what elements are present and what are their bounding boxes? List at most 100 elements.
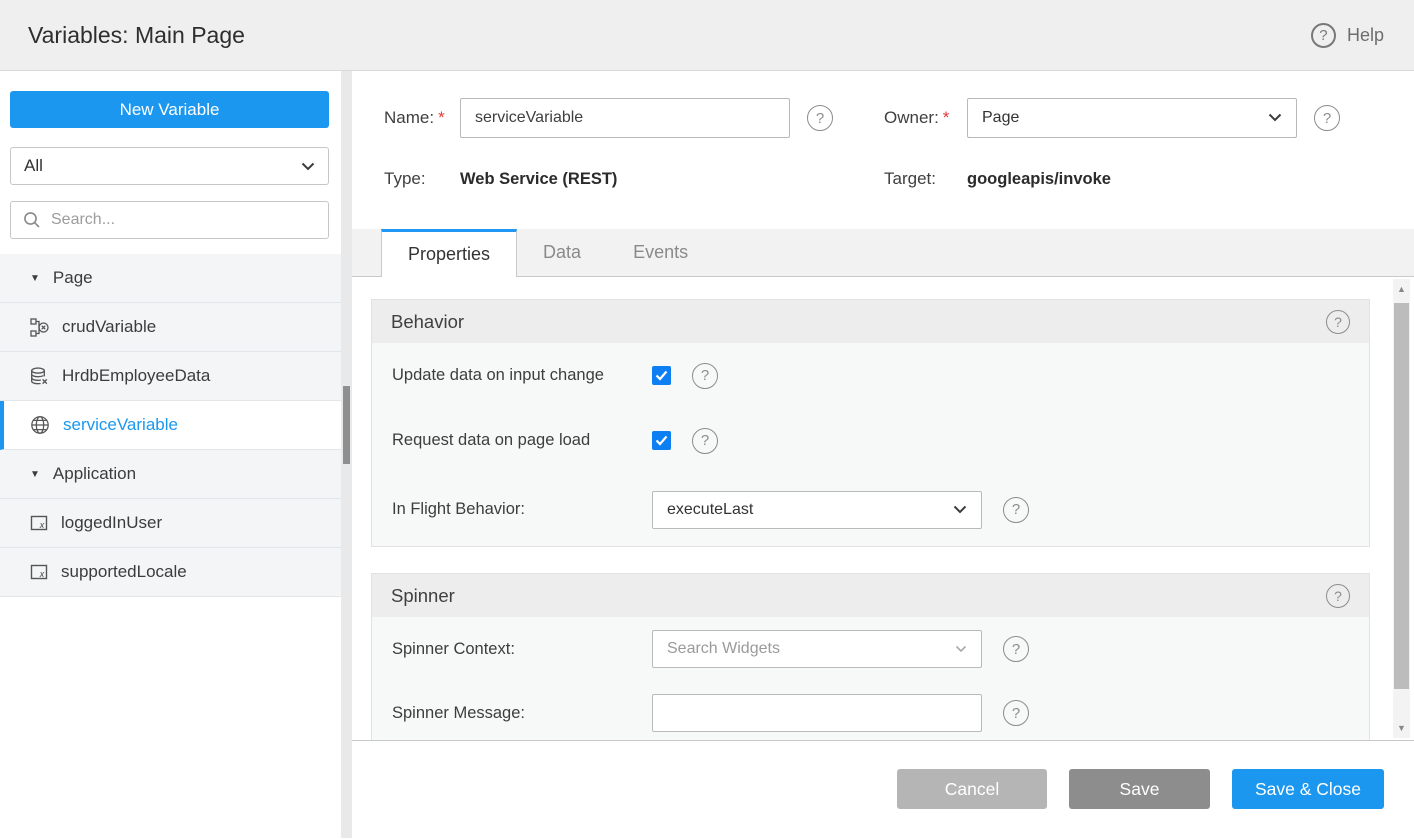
svg-text:x: x (39, 520, 45, 530)
owner-field-row: Owner:* Page (884, 98, 1340, 138)
spinner-section-body: Spinner Context: Search Widgets (372, 617, 1369, 741)
content-scrollbar-thumb[interactable] (1394, 303, 1409, 689)
owner-selected-value: Page (982, 109, 1019, 127)
type-label: Type: (384, 169, 460, 189)
save-and-close-button[interactable]: Save & Close (1232, 769, 1384, 809)
group-header-application[interactable]: ▼ Application (0, 450, 352, 499)
behavior-section-body: Update data on input change Request data… (372, 343, 1369, 546)
update-data-row: Update data on input change (372, 343, 1369, 408)
owner-select[interactable]: Page (967, 98, 1297, 138)
sidebar-scrollbar-track[interactable] (341, 71, 352, 838)
variable-label: HrdbEmployeeData (62, 366, 210, 386)
tab-properties[interactable]: Properties (381, 229, 517, 277)
variable-label: serviceVariable (63, 415, 178, 435)
help-question-icon (1311, 23, 1336, 48)
properties-scroll-area: Behavior Update data on input change (352, 277, 1414, 741)
help-button[interactable]: Help (1311, 23, 1384, 48)
spinner-section: Spinner Spinner Context: Search Widgets (371, 573, 1370, 741)
dialog-header: Variables: Main Page Help (0, 0, 1414, 71)
variable-item-crudVariable[interactable]: crudVariable (0, 303, 352, 352)
request-data-row: Request data on page load (372, 408, 1369, 473)
variables-sidebar: New Variable All ▼ Page (0, 71, 352, 838)
in-flight-help-icon[interactable] (1003, 497, 1029, 523)
update-data-label: Update data on input change (392, 366, 652, 385)
spinner-context-row: Spinner Context: Search Widgets (372, 617, 1369, 681)
database-icon (30, 367, 49, 386)
target-field-row: Target: googleapis/invoke (884, 169, 1111, 189)
target-label: Target: (884, 169, 967, 189)
behavior-help-icon[interactable] (1326, 310, 1350, 334)
behavior-section-header: Behavior (372, 300, 1369, 343)
search-icon (23, 211, 41, 229)
spinner-message-input[interactable] (652, 694, 982, 732)
spinner-section-header: Spinner (372, 574, 1369, 617)
behavior-section: Behavior Update data on input change (371, 299, 1370, 547)
spinner-context-label: Spinner Context: (392, 640, 652, 659)
request-data-help-icon[interactable] (692, 428, 718, 454)
chevron-down-icon (1268, 109, 1282, 127)
variable-label: supportedLocale (61, 562, 187, 582)
update-data-help-icon[interactable] (692, 363, 718, 389)
variable-label: loggedInUser (61, 513, 162, 533)
variable-item-supportedLocale[interactable]: x supportedLocale (0, 548, 352, 597)
chevron-down-icon (955, 640, 967, 658)
in-flight-row: In Flight Behavior: executeLast (372, 473, 1369, 546)
search-input[interactable] (51, 211, 316, 229)
variable-filter-select[interactable]: All (10, 147, 329, 185)
save-button[interactable]: Save (1069, 769, 1210, 809)
spinner-context-combobox[interactable]: Search Widgets (652, 630, 982, 668)
spinner-message-row: Spinner Message: (372, 681, 1369, 741)
tab-events[interactable]: Events (607, 229, 714, 276)
collapse-triangle-icon: ▼ (30, 273, 40, 284)
owner-label: Owner:* (884, 108, 967, 128)
globe-icon (30, 415, 50, 435)
page-title: Variables: Main Page (28, 22, 245, 49)
name-input[interactable] (460, 98, 790, 138)
svg-text:x: x (39, 569, 45, 579)
chevron-down-icon (953, 501, 967, 519)
variable-item-serviceVariable[interactable]: serviceVariable (0, 401, 352, 450)
spinner-context-help-icon[interactable] (1003, 636, 1029, 662)
content-scrollbar-track[interactable]: ▲ ▼ (1393, 279, 1410, 738)
crud-icon (30, 318, 49, 337)
model-variable-icon: x (30, 514, 48, 532)
new-variable-button[interactable]: New Variable (10, 91, 329, 128)
behavior-section-title: Behavior (391, 311, 464, 333)
owner-help-icon[interactable] (1314, 105, 1340, 131)
scroll-down-arrow-icon[interactable]: ▼ (1393, 723, 1410, 733)
spinner-section-title: Spinner (391, 585, 455, 607)
group-header-page[interactable]: ▼ Page (0, 254, 352, 303)
group-label: Page (53, 268, 93, 288)
detail-tabbar: Properties Data Events (352, 229, 1414, 277)
request-data-checkbox[interactable] (652, 431, 671, 450)
target-value: googleapis/invoke (967, 170, 1111, 189)
type-value: Web Service (REST) (460, 170, 617, 189)
in-flight-label: In Flight Behavior: (392, 500, 652, 519)
filter-selected-value: All (24, 156, 43, 176)
spinner-help-icon[interactable] (1326, 584, 1350, 608)
group-label: Application (53, 464, 136, 484)
scroll-up-arrow-icon[interactable]: ▲ (1393, 284, 1410, 294)
cancel-button[interactable]: Cancel (897, 769, 1047, 809)
variable-item-loggedInUser[interactable]: x loggedInUser (0, 499, 352, 548)
name-label: Name:* (384, 108, 460, 128)
tab-data[interactable]: Data (517, 229, 607, 276)
help-label: Help (1347, 25, 1384, 46)
variable-search-box (10, 201, 329, 239)
update-data-checkbox[interactable] (652, 366, 671, 385)
required-asterisk: * (943, 108, 950, 127)
in-flight-select[interactable]: executeLast (652, 491, 982, 529)
name-field-row: Name:* (384, 98, 833, 138)
variable-summary-form: Name:* Owner:* Page Type: W (352, 71, 1414, 229)
required-asterisk: * (438, 108, 445, 127)
spinner-message-help-icon[interactable] (1003, 700, 1029, 726)
spinner-context-placeholder: Search Widgets (667, 640, 780, 658)
chevron-down-icon (301, 156, 315, 176)
spinner-message-label: Spinner Message: (392, 704, 652, 723)
variable-detail-panel: Name:* Owner:* Page Type: W (352, 71, 1414, 838)
variable-label: crudVariable (62, 317, 156, 337)
name-help-icon[interactable] (807, 105, 833, 131)
collapse-triangle-icon: ▼ (30, 469, 40, 480)
sidebar-scrollbar-thumb[interactable] (343, 386, 350, 464)
variable-item-HrdbEmployeeData[interactable]: HrdbEmployeeData (0, 352, 352, 401)
